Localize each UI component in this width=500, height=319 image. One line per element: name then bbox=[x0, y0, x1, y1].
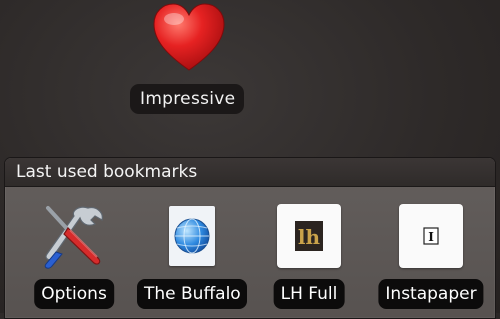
bookmark-label: The Buffalo bbox=[137, 279, 247, 309]
widget-title: Last used bookmarks bbox=[5, 158, 495, 187]
bookmark-lh-full[interactable]: lh LH Full bbox=[250, 202, 368, 314]
lh-logo-icon: lh bbox=[295, 221, 323, 251]
bookmark-the-buffalo[interactable]: The Buffalo bbox=[132, 202, 252, 314]
shortcut-label: Impressive bbox=[130, 84, 244, 114]
svg-text:lh: lh bbox=[298, 225, 321, 249]
bookmarks-widget: Last used bookmarks Options The Buffalo … bbox=[4, 157, 496, 319]
bookmark-label: Instapaper bbox=[378, 279, 484, 309]
bookmark-label: Options bbox=[34, 279, 114, 309]
svg-text:I: I bbox=[428, 230, 434, 244]
bookmark-options[interactable]: Options bbox=[15, 202, 133, 314]
bookmark-label: LH Full bbox=[273, 279, 345, 309]
heart-icon bbox=[153, 3, 225, 71]
globe-icon bbox=[174, 218, 210, 254]
tools-icon bbox=[44, 206, 103, 269]
home-shortcut-impressive[interactable]: Impressive bbox=[120, 0, 254, 120]
instapaper-icon: I bbox=[423, 227, 439, 245]
bookmark-instapaper[interactable]: I Instapaper bbox=[367, 202, 495, 314]
